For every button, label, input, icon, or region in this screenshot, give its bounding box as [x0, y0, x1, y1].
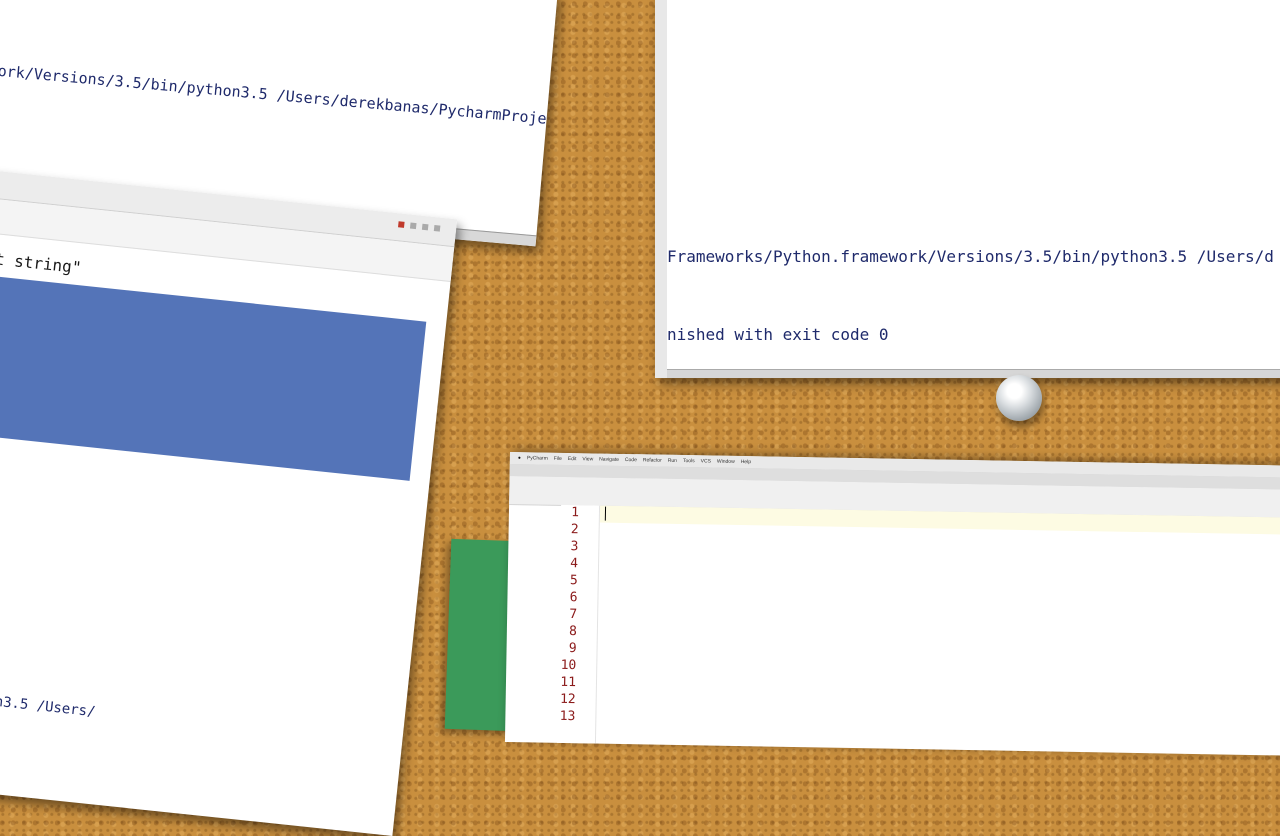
line-number: 12	[559, 691, 576, 708]
menu-item[interactable]: VCS	[701, 458, 711, 464]
console-path-text: Frameworks/Python.framework/Versions/3.5…	[667, 247, 1274, 266]
code-line[interactable]: nt string"	[0, 248, 82, 277]
menu-item[interactable]: Help	[741, 459, 751, 465]
line-number: 1	[570, 505, 580, 521]
status-bar	[667, 369, 1280, 378]
line-number: 11	[560, 674, 577, 691]
menu-item[interactable]: Tools	[683, 458, 695, 464]
line-number: 2	[570, 522, 579, 538]
toolbar-icon[interactable]	[409, 222, 417, 230]
selected-text-block[interactable]	[0, 269, 427, 481]
toolbar-icon[interactable]	[421, 223, 429, 231]
menu-item[interactable]: View	[582, 456, 593, 462]
console-sheet-right: Frameworks/Python.framework/Versions/3.5…	[655, 0, 1280, 378]
editor-sheet-left: nt string" /python3.5 /Users/	[0, 165, 458, 836]
console-path-text: /python3.5 /Users/	[0, 688, 97, 721]
menu-item[interactable]: PyCharm	[527, 455, 548, 461]
menu-item[interactable]: Run	[668, 458, 677, 464]
menu-item[interactable]: Navigate	[599, 457, 619, 463]
line-number: 13	[559, 708, 576, 725]
exit-code-text: nished with exit code 0	[667, 325, 889, 344]
line-number: 3	[570, 539, 579, 555]
line-number: 8	[568, 624, 578, 640]
menu-item[interactable]: Code	[625, 457, 637, 463]
line-number: 9	[568, 641, 577, 657]
console-path-text: work/Versions/3.5/bin/python3.5 /Users/d…	[0, 61, 558, 135]
line-number: 6	[569, 590, 578, 606]
line-number-gutter: 1 2 3 4 5 6 7 8 9 10 11 12 13	[556, 504, 601, 746]
menu-item[interactable]: Window	[717, 459, 735, 465]
line-number: 10	[560, 657, 577, 674]
menu-item[interactable]: Refactor	[643, 457, 662, 463]
pycharm-window: ● PyCharm File Edit View Navigate Code R…	[504, 452, 1280, 756]
window-controls	[398, 221, 441, 232]
menu-item[interactable]: Edit	[568, 456, 577, 462]
line-number: 4	[570, 556, 579, 572]
menu-item[interactable]: File	[554, 456, 562, 462]
toolbar-icon[interactable]	[433, 225, 441, 232]
line-number: 7	[569, 607, 578, 623]
stop-icon[interactable]	[398, 221, 405, 228]
push-pin-icon	[996, 375, 1042, 421]
project-tool-window[interactable]	[509, 476, 562, 517]
apple-icon[interactable]: ●	[518, 455, 521, 461]
line-number: 5	[569, 573, 578, 589]
